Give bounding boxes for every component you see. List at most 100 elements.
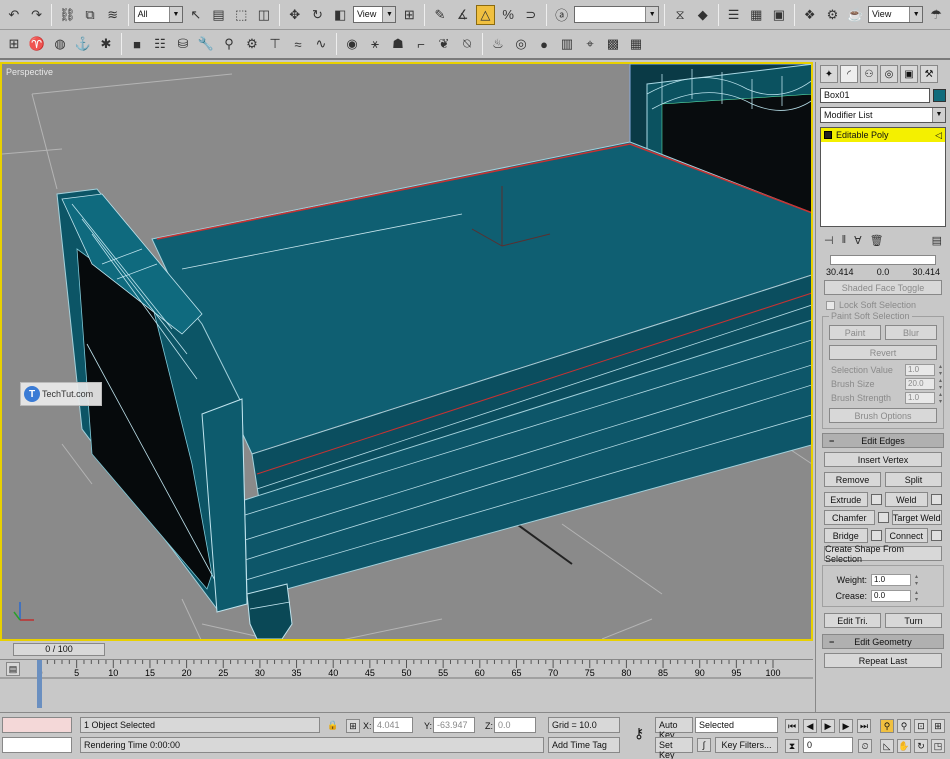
motion-tab-icon[interactable]: ◎ xyxy=(880,65,898,83)
extrude-settings-icon[interactable] xyxy=(870,494,882,505)
viewport-label[interactable]: Perspective xyxy=(6,67,53,77)
skeleton-icon[interactable]: ⚹ xyxy=(365,34,385,54)
current-time-marker[interactable] xyxy=(37,660,42,708)
shaded-face-toggle-button[interactable]: Shaded Face Toggle xyxy=(824,280,942,295)
chamfer-settings-icon[interactable] xyxy=(877,512,889,523)
edit-edges-rollout-header[interactable]: − Edit Edges xyxy=(822,433,944,448)
snapshot-icon[interactable]: ▩ xyxy=(603,34,623,54)
curve-editor-icon[interactable]: ▦ xyxy=(746,5,766,25)
create-object-icon[interactable]: ⊞ xyxy=(4,34,24,54)
track-bar[interactable]: 0510152025303540455055606570758085909510… xyxy=(0,659,813,709)
percent-snap-icon[interactable]: % xyxy=(498,5,518,25)
redo-icon[interactable]: ↷ xyxy=(27,5,47,25)
bridge-button[interactable]: Bridge xyxy=(824,528,868,543)
weld-settings-icon[interactable] xyxy=(931,494,942,505)
modify-tab-icon[interactable]: ◜ xyxy=(840,65,858,83)
lock-soft-selection-row[interactable]: Lock Soft Selection xyxy=(820,298,946,312)
select-and-link-icon[interactable]: ⛓ xyxy=(57,5,77,25)
utilities-tab-icon[interactable]: ⚒ xyxy=(920,65,938,83)
anchor-icon[interactable]: ⚓ xyxy=(73,34,93,54)
y-coordinate-field[interactable]: -63.947 xyxy=(433,717,475,733)
window-crossing-icon[interactable]: ◫ xyxy=(254,5,274,25)
paint-button[interactable]: Paint xyxy=(829,325,881,340)
make-unique-icon[interactable]: ∀ xyxy=(854,234,862,247)
spinner-snap-icon[interactable]: ⊃ xyxy=(521,5,541,25)
add-time-tag-button[interactable]: Add Time Tag xyxy=(548,737,620,753)
film-icon[interactable]: ▦ xyxy=(626,34,646,54)
cylinder-icon[interactable]: ⛁ xyxy=(173,34,193,54)
create-shape-button[interactable]: Create Shape From Selection xyxy=(824,544,942,564)
stack-item-toggle-icon[interactable] xyxy=(824,131,832,139)
pivot-center-icon[interactable]: ⊞ xyxy=(399,5,419,25)
panel-icon[interactable]: ▥ xyxy=(557,34,577,54)
extrude-button[interactable]: Extrude xyxy=(824,492,868,507)
unlink-selection-icon[interactable]: ⧉ xyxy=(80,5,100,25)
brush-size-spinner[interactable]: 20.0 xyxy=(905,377,944,391)
turn-button[interactable]: Turn xyxy=(885,613,942,628)
absolute-mode-icon[interactable]: ⊞ xyxy=(346,719,360,733)
revert-button[interactable]: Revert xyxy=(829,345,937,360)
hierarchy-tab-icon[interactable]: ⚇ xyxy=(860,65,878,83)
pin-stack-icon[interactable]: ⊣ xyxy=(824,234,834,247)
mirror-icon[interactable]: ⧖ xyxy=(670,5,690,25)
undo-icon[interactable]: ↶ xyxy=(4,5,24,25)
edit-geometry-rollout-header[interactable]: − Edit Geometry xyxy=(822,634,944,649)
quick-render-icon[interactable]: ☕ xyxy=(845,5,865,25)
wave-icon[interactable]: ∿ xyxy=(311,34,331,54)
next-frame-icon[interactable]: ▶ xyxy=(839,719,853,733)
globe-icon[interactable]: ◍ xyxy=(50,34,70,54)
x-coordinate-field[interactable]: 4.041 xyxy=(373,717,413,733)
key-mode-toggle-icon[interactable]: ⧗ xyxy=(785,739,799,753)
wrench-icon[interactable]: 🔧 xyxy=(196,34,216,54)
named-selection-dropdown[interactable] xyxy=(574,6,660,23)
connect-settings-icon[interactable] xyxy=(931,530,942,541)
render-view-dropdown[interactable]: View xyxy=(867,6,924,23)
select-object-icon[interactable]: ↖ xyxy=(186,5,206,25)
schematic-view-icon[interactable]: ▣ xyxy=(769,5,789,25)
brush-strength-spinner[interactable]: 1.0 xyxy=(905,391,944,405)
gear-icon[interactable]: ⚙ xyxy=(242,34,262,54)
cup-icon[interactable]: ☗ xyxy=(388,34,408,54)
select-and-scale-icon[interactable]: ◧ xyxy=(330,5,350,25)
material-editor-icon[interactable]: ❖ xyxy=(800,5,820,25)
key-filters-button[interactable]: Key Filters... xyxy=(715,737,778,753)
align-icon[interactable]: ◆ xyxy=(693,5,713,25)
picker-icon[interactable]: ⌖ xyxy=(580,34,600,54)
maximize-viewport-icon[interactable]: ◳ xyxy=(931,739,945,753)
lock-soft-selection-checkbox[interactable] xyxy=(826,300,835,310)
selection-filter-dropdown[interactable]: All xyxy=(133,6,183,23)
play-icon[interactable]: ▶ xyxy=(821,719,835,733)
brush-options-button[interactable]: Brush Options xyxy=(829,408,937,423)
key-mode-dropdown[interactable]: Selected xyxy=(695,717,778,733)
remove-modifier-icon[interactable]: 🗑 xyxy=(870,234,884,247)
edit-tri-button[interactable]: Edit Tri. xyxy=(824,613,881,628)
maxscript-listener-field[interactable] xyxy=(2,717,72,733)
create-tab-icon[interactable]: ✦ xyxy=(820,65,838,83)
ring-icon[interactable]: ⍉ xyxy=(457,34,477,54)
time-configuration-icon[interactable]: ⏲ xyxy=(858,739,872,753)
display-tab-icon[interactable]: ▣ xyxy=(900,65,918,83)
z-coordinate-field[interactable]: 0.0 xyxy=(494,717,536,733)
auto-key-button[interactable]: Auto Key xyxy=(655,717,693,740)
target-weld-button[interactable]: Target Weld xyxy=(891,510,942,525)
blur-button[interactable]: Blur xyxy=(885,325,937,340)
curve-editor-mini-icon[interactable]: ▤ xyxy=(6,662,20,676)
configure-sets-icon[interactable]: ▤ xyxy=(932,234,942,247)
bind-space-warp-icon[interactable]: ≋ xyxy=(103,5,123,25)
gun-icon[interactable]: ⌐ xyxy=(411,34,431,54)
select-and-rotate-icon[interactable]: ↻ xyxy=(308,5,328,25)
edit-named-selection-icon[interactable]: ⓐ xyxy=(552,5,572,25)
ripple-icon[interactable]: ≈ xyxy=(288,34,308,54)
remove-button[interactable]: Remove xyxy=(824,472,881,487)
show-end-result-icon[interactable]: ‖ xyxy=(842,234,847,246)
orbit-icon[interactable]: ↻ xyxy=(914,739,928,753)
set-key-button[interactable]: Set Key xyxy=(655,737,693,759)
weight-spinner[interactable]: 1.0 xyxy=(871,573,920,587)
perspective-viewport[interactable]: Perspective T TechTut.com xyxy=(0,62,813,641)
insert-vertex-button[interactable]: Insert Vertex xyxy=(824,452,942,467)
zoom-icon[interactable]: ⚲ xyxy=(880,719,894,733)
shirt-icon[interactable]: ♈ xyxy=(27,34,47,54)
object-color-swatch[interactable] xyxy=(933,89,946,102)
rectangular-selection-icon[interactable]: ⬚ xyxy=(231,5,251,25)
angle-snap-icon[interactable]: △ xyxy=(475,4,496,25)
